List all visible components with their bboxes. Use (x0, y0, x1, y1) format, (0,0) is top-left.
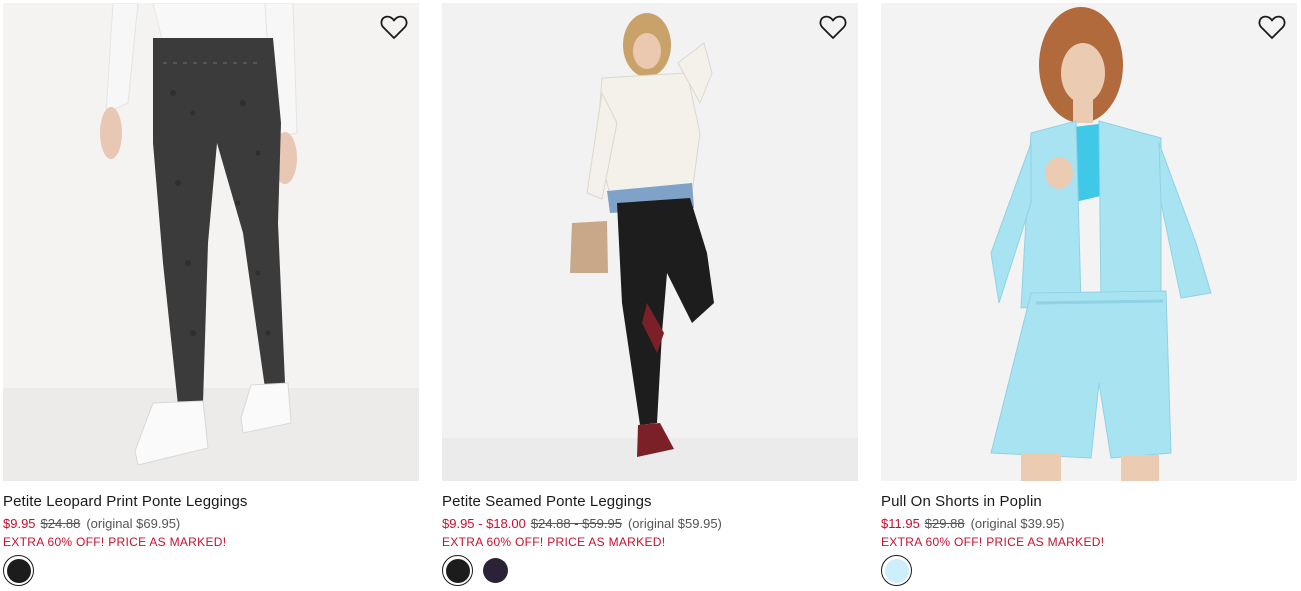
original-price: (original $69.95) (86, 516, 181, 531)
original-price: (original $59.95) (627, 516, 722, 531)
color-swatches (3, 555, 34, 587)
sale-price: $9.95 (3, 516, 36, 531)
product-card[interactable]: Pull On Shorts in Poplin $11.95 $29.88 (or… (878, 0, 1298, 591)
price-block: $9.95 $24.88 (original $69.95) (3, 516, 180, 531)
sale-price: $9.95 - $18.00 (442, 516, 526, 531)
promo-text: EXTRA 60% OFF! PRICE AS MARKED! (3, 535, 227, 549)
product-card[interactable]: Petite Leopard Print Ponte Leggings $9.9… (0, 0, 420, 591)
price-block: $9.95 - $18.00 $24.88 - $59.95 (original $… (442, 516, 722, 531)
color-swatch-light-blue[interactable] (881, 555, 912, 586)
price-block: $11.95 $29.88 (original $39.95) (881, 516, 1065, 531)
promo-text: EXTRA 60% OFF! PRICE AS MARKED! (881, 535, 1105, 549)
product-title[interactable]: Petite Leopard Print Ponte Leggings (3, 493, 248, 510)
product-title[interactable]: Petite Seamed Ponte Leggings (442, 493, 652, 510)
was-price: $24.88 (40, 516, 81, 531)
product-card[interactable]: Petite Seamed Ponte Leggings $9.95 - $18… (439, 0, 859, 591)
heart-icon[interactable] (380, 14, 408, 40)
heart-icon[interactable] (819, 14, 847, 40)
promo-text: EXTRA 60% OFF! PRICE AS MARKED! (442, 535, 666, 549)
color-swatches (881, 555, 912, 587)
color-swatch-black[interactable] (442, 555, 473, 586)
product-grid: Petite Leopard Print Ponte Leggings $9.9… (0, 0, 1301, 591)
color-swatches (442, 555, 511, 587)
product-title[interactable]: Pull On Shorts in Poplin (881, 493, 1042, 510)
sale-price: $11.95 (881, 516, 920, 531)
product-image[interactable] (881, 3, 1297, 481)
was-price: $24.88 - $59.95 (530, 516, 622, 531)
color-swatch-black[interactable] (3, 555, 34, 586)
color-swatch-navy[interactable] (480, 555, 511, 586)
original-price: (original $39.95) (970, 516, 1065, 531)
product-image[interactable] (442, 3, 858, 481)
product-image[interactable] (3, 3, 419, 481)
heart-icon[interactable] (1258, 14, 1286, 40)
was-price: $29.88 (924, 516, 965, 531)
